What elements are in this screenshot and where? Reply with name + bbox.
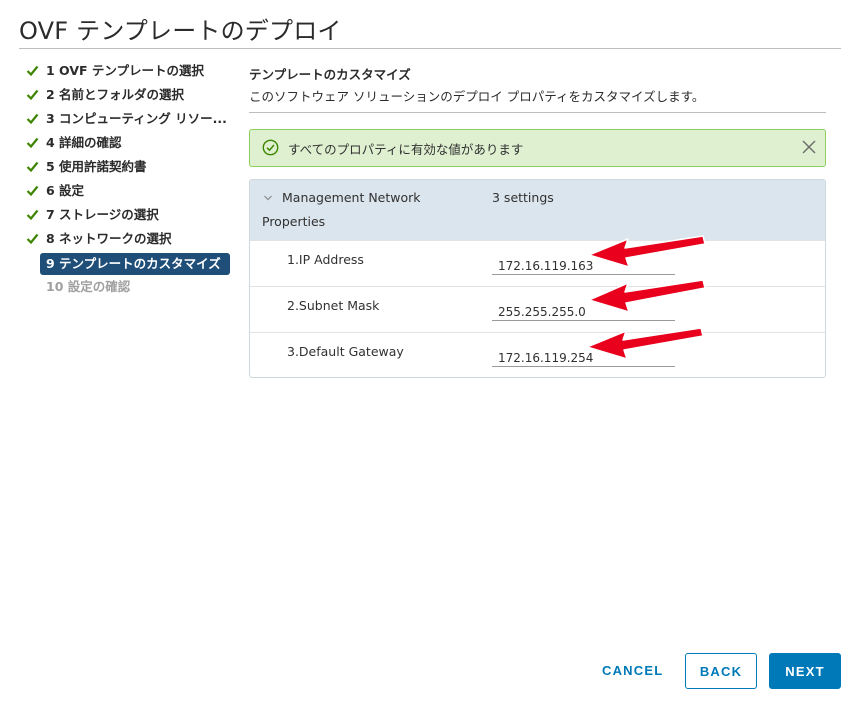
- step-5[interactable]: 5 使用許諾契約書: [26, 156, 236, 180]
- check-icon: [26, 65, 39, 77]
- check-icon: [26, 161, 39, 173]
- step-label: 4 詳細の確認: [46, 135, 122, 150]
- section-divider: [249, 112, 826, 113]
- wizard-steps: 1 OVF テンプレートの選択 2 名前とフォルダの選択 3 コンピューティング…: [26, 60, 236, 300]
- title-divider: [19, 48, 841, 49]
- back-button[interactable]: BACK: [685, 653, 757, 689]
- step-label: 5 使用許諾契約書: [46, 159, 147, 174]
- alert-message: すべてのプロパティに有効な値があります: [288, 142, 524, 157]
- step-4[interactable]: 4 詳細の確認: [26, 132, 236, 156]
- close-icon[interactable]: [801, 139, 817, 155]
- check-icon: [26, 233, 39, 245]
- step-10: 10 設定の確認: [26, 276, 236, 300]
- check-icon: [26, 113, 39, 125]
- step-6[interactable]: 6 設定: [26, 180, 236, 204]
- check-icon: [26, 209, 39, 221]
- group-settings-count: 3 settings: [492, 190, 554, 205]
- step-label: 9 テンプレートのカスタマイズ: [46, 256, 221, 271]
- group-name: Management Network: [282, 190, 421, 205]
- step-label: 1 OVF テンプレートの選択: [46, 63, 205, 78]
- section-title: テンプレートのカスタマイズ: [249, 67, 411, 82]
- step-9-active[interactable]: 9 テンプレートのカスタマイズ: [40, 253, 230, 275]
- next-button[interactable]: NEXT: [769, 653, 841, 689]
- step-1[interactable]: 1 OVF テンプレートの選択: [26, 60, 236, 84]
- main-panel: テンプレートのカスタマイズ このソフトウェア ソリューションのデプロイ プロパテ…: [249, 64, 826, 378]
- step-label: 10 設定の確認: [46, 279, 131, 294]
- red-arrow-icon: [588, 235, 706, 268]
- property-label: 3.Default Gateway: [287, 344, 404, 359]
- success-circle-icon: [262, 139, 279, 156]
- chevron-down-icon[interactable]: [263, 193, 273, 203]
- group-name-continued: Properties: [262, 214, 326, 229]
- step-label: 2 名前とフォルダの選択: [46, 87, 185, 102]
- check-icon: [26, 89, 39, 101]
- step-label: 8 ネットワークの選択: [46, 231, 172, 246]
- red-arrow-icon: [586, 327, 704, 360]
- property-row-subnet-mask: 2.Subnet Mask 255.255.255.0: [250, 286, 825, 333]
- check-icon: [26, 137, 39, 149]
- red-arrow-icon: [588, 279, 706, 313]
- property-label: 2.Subnet Mask: [287, 298, 380, 313]
- step-7[interactable]: 7 ストレージの選択: [26, 204, 236, 228]
- property-row-ip-address: 1.IP Address 172.16.119.163: [250, 240, 825, 287]
- group-header-management-network[interactable]: Management Network Properties 3 settings: [250, 180, 825, 240]
- section-description: このソフトウェア ソリューションのデプロイ プロパティをカスタマイズします。: [249, 89, 705, 104]
- check-icon: [26, 185, 39, 197]
- step-label: 7 ストレージの選択: [46, 207, 159, 222]
- cancel-button[interactable]: CANCEL: [596, 653, 666, 689]
- step-label: 3 コンピューティング リソー...: [46, 111, 227, 126]
- success-alert: すべてのプロパティに有効な値があります: [249, 129, 826, 167]
- step-2[interactable]: 2 名前とフォルダの選択: [26, 84, 236, 108]
- step-8[interactable]: 8 ネットワークの選択: [26, 228, 236, 252]
- properties-grid: Management Network Properties 3 settings…: [249, 179, 826, 378]
- property-row-default-gateway: 3.Default Gateway 172.16.119.254: [250, 332, 825, 377]
- step-label: 6 設定: [46, 183, 85, 198]
- step-3[interactable]: 3 コンピューティング リソー...: [26, 108, 236, 132]
- dialog-title: OVF テンプレートのデプロイ: [19, 17, 342, 45]
- property-label: 1.IP Address: [287, 252, 364, 267]
